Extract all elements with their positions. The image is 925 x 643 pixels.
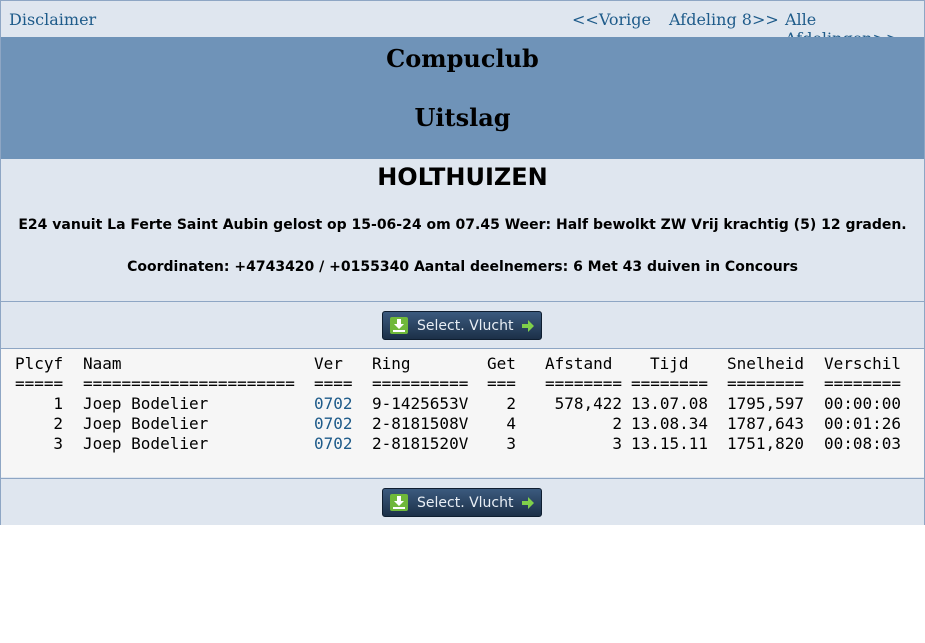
race-info: HOLTHUIZEN E24 vanuit La Ferte Saint Aub… <box>1 159 924 302</box>
results-table: Plcyf Naam Ver Ring Get Afstand Tijd Sne… <box>1 349 924 477</box>
page-frame: Disclaimer <<Vorige Afdeling 8>> Alle Af… <box>0 0 925 525</box>
separator: ======== <box>727 374 805 393</box>
race-details: E24 vanuit La Ferte Saint Aubin gelost o… <box>18 217 907 233</box>
cell-tijd: 13.15.11 <box>631 434 709 453</box>
page-title: Uitslag <box>414 103 511 132</box>
select-flight-button-bottom[interactable]: Select. Vlucht <box>382 488 542 517</box>
club-title: Compuclub <box>386 44 539 73</box>
select-flight-label: Select. Vlucht <box>417 495 514 511</box>
cell-get: 2 <box>506 394 516 413</box>
cell-ver-link[interactable]: 0702 <box>314 414 353 433</box>
cell-tijd: 13.08.34 <box>631 414 709 433</box>
select-flight-button[interactable]: Select. Vlucht <box>382 311 542 340</box>
select-flight-label: Select. Vlucht <box>417 318 514 334</box>
cell-ring: 2-8181520V <box>372 434 469 453</box>
cell-ver-link[interactable]: 0702 <box>314 394 353 413</box>
header-snelheid: Snelheid <box>727 354 805 373</box>
download-icon <box>390 317 408 334</box>
cell-naam: Joep Bodelier <box>83 434 209 453</box>
separator: ======== <box>545 374 623 393</box>
header-verschil: Verschil <box>824 354 902 373</box>
cell-ver-link[interactable]: 0702 <box>314 434 353 453</box>
cell-naam: Joep Bodelier <box>83 394 209 413</box>
cell-snelheid: 1795,597 <box>727 394 805 413</box>
race-coordinates: Coordinaten: +4743420 / +0155340 Aantal … <box>127 259 798 275</box>
header-banner: Compuclub Uitslag <box>1 37 924 159</box>
cell-tijd: 13.07.08 <box>631 394 709 413</box>
cell-verschil: 00:00:00 <box>824 394 902 413</box>
cell-afstand: 3 <box>612 434 622 453</box>
download-icon <box>390 494 408 511</box>
cell-verschil: 00:08:03 <box>824 434 902 453</box>
next-department-link[interactable]: Afdeling 8>> <box>669 10 779 29</box>
header-get: Get <box>487 354 516 373</box>
table-header-row: Plcyf Naam Ver Ring Get Afstand Tijd Sne… <box>1 354 924 374</box>
separator: === <box>487 374 516 393</box>
header-tijd: Tijd <box>650 354 689 373</box>
separator: ========== <box>372 374 469 393</box>
separator: ======== <box>631 374 709 393</box>
cell-ring: 9-1425653V <box>372 394 469 413</box>
arrow-right-icon <box>521 319 535 337</box>
cell-plcyf: 1 <box>53 394 63 413</box>
cell-verschil: 00:01:26 <box>824 414 902 433</box>
table-row: 2 Joep Bodelier 0702 2-8181508V 4 2 13.0… <box>1 414 924 434</box>
cell-ring: 2-8181508V <box>372 414 469 433</box>
top-nav: Disclaimer <<Vorige Afdeling 8>> Alle Af… <box>1 1 924 48</box>
table-row: 1 Joep Bodelier 0702 9-1425653V 2 578,42… <box>1 394 924 414</box>
header-afstand: Afstand <box>545 354 613 373</box>
header-plcyf: Plcyf <box>15 354 64 373</box>
button-row-top: Select. Vlucht <box>1 302 924 349</box>
header-naam: Naam <box>83 354 122 373</box>
cell-naam: Joep Bodelier <box>83 414 209 433</box>
separator: ====================== <box>83 374 295 393</box>
separator: ==== <box>314 374 353 393</box>
header-ring: Ring <box>372 354 411 373</box>
cell-plcyf: 3 <box>53 434 63 453</box>
cell-afstand: 2 <box>612 414 622 433</box>
disclaimer-link[interactable]: Disclaimer <box>9 10 96 29</box>
previous-link[interactable]: <<Vorige <box>572 10 651 29</box>
table-separator-row: ===== ====================== ==== ======… <box>1 374 924 394</box>
place-title: HOLTHUIZEN <box>377 163 548 191</box>
button-row-bottom: Select. Vlucht <box>1 478 924 525</box>
arrow-right-icon <box>521 496 535 514</box>
separator: ======== <box>824 374 902 393</box>
cell-get: 4 <box>506 414 516 433</box>
cell-afstand: 578,422 <box>554 394 622 413</box>
table-row: 3 Joep Bodelier 0702 2-8181520V 3 3 13.1… <box>1 434 924 454</box>
cell-snelheid: 1751,820 <box>727 434 805 453</box>
cell-plcyf: 2 <box>53 414 63 433</box>
separator: ===== <box>15 374 64 393</box>
cell-snelheid: 1787,643 <box>727 414 805 433</box>
header-ver: Ver <box>314 354 343 373</box>
cell-get: 3 <box>506 434 516 453</box>
